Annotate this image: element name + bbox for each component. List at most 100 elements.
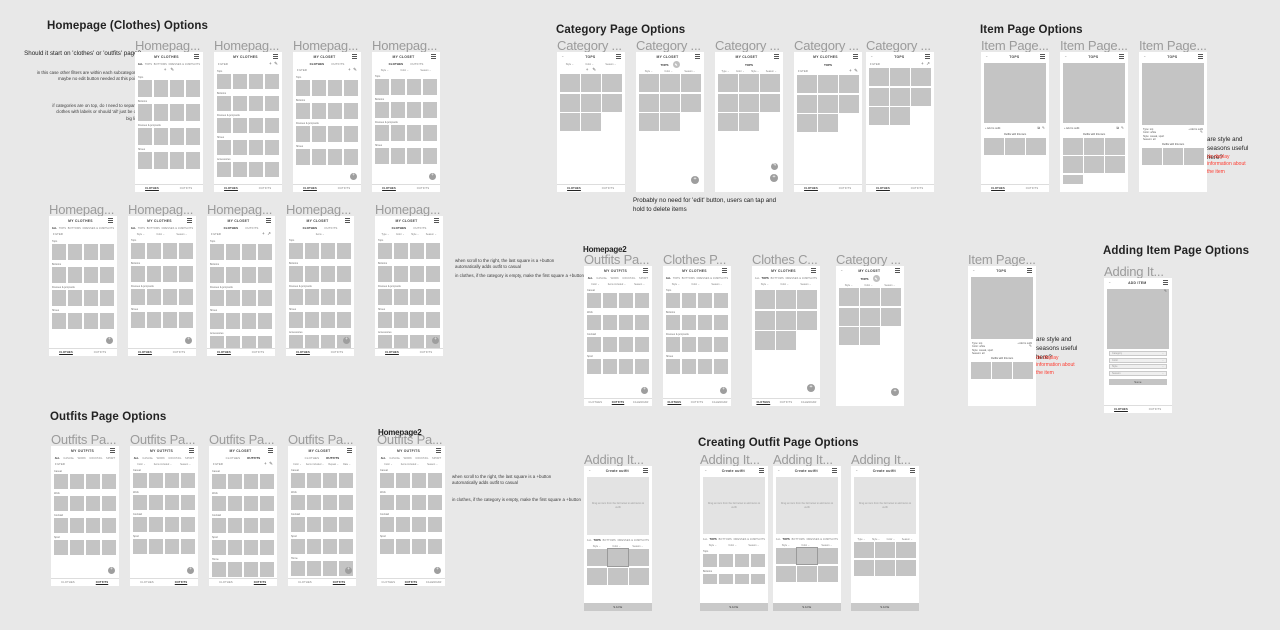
item-tile[interactable] — [148, 494, 164, 510]
item-tile[interactable] — [395, 494, 411, 510]
item-tile[interactable] — [390, 78, 406, 95]
item-tile[interactable] — [69, 539, 85, 555]
item-tile[interactable] — [660, 113, 680, 131]
item-tile[interactable] — [409, 265, 425, 282]
hamburger-icon[interactable] — [273, 53, 278, 59]
item-tile[interactable] — [869, 87, 889, 106]
filter-chip-color[interactable]: Color ⌄ — [780, 283, 788, 286]
back-icon[interactable]: ← — [840, 268, 844, 273]
item-tile[interactable] — [54, 495, 69, 511]
filter-chip-season[interactable]: Season ⌄ — [684, 70, 695, 73]
item-tile[interactable] — [380, 538, 395, 554]
item-tile[interactable] — [178, 311, 193, 328]
item-tile[interactable] — [390, 101, 406, 118]
tab-dresses-jumpsuits[interactable]: DRESSES & JUMPSUITS — [786, 277, 817, 280]
save-outfit-button[interactable]: SAVE — [700, 603, 768, 611]
back-icon[interactable]: ← — [561, 54, 565, 59]
pencil-icon[interactable]: ✎ — [170, 68, 174, 73]
item-tile[interactable] — [409, 288, 425, 305]
item-tile[interactable] — [322, 472, 338, 488]
pencil-icon[interactable]: ✎ — [592, 68, 596, 73]
item-tile[interactable] — [322, 538, 338, 554]
filter-chip-season[interactable]: Season ⌄ — [711, 283, 722, 286]
item-tile[interactable] — [138, 151, 153, 169]
item-tile[interactable] — [225, 312, 241, 329]
item-tile[interactable] — [860, 307, 880, 326]
tab-work[interactable]: WORK — [78, 457, 86, 460]
filter-chip-color[interactable]: Color ⌄ — [801, 544, 809, 547]
item-tile[interactable] — [264, 73, 279, 89]
item-tile[interactable] — [343, 102, 358, 119]
item-tile[interactable] — [697, 292, 713, 308]
item-tile[interactable] — [375, 124, 390, 141]
item-tile[interactable] — [212, 517, 227, 533]
item-tile[interactable] — [243, 495, 259, 511]
item-tile[interactable] — [83, 243, 99, 260]
hamburger-icon[interactable] — [1027, 267, 1032, 273]
item-tile[interactable] — [406, 78, 422, 95]
item-tile[interactable] — [264, 117, 279, 133]
item-tile[interactable] — [180, 472, 195, 488]
item-tile[interactable] — [178, 242, 193, 259]
item-tile[interactable] — [660, 74, 680, 92]
save-outfit-button[interactable]: SAVE — [584, 603, 652, 611]
item-tile[interactable] — [296, 79, 311, 96]
tab-all[interactable]: ALL — [587, 539, 592, 542]
item-tile[interactable] — [227, 539, 243, 555]
tab-all[interactable]: ALL — [776, 538, 781, 541]
nav-clothes[interactable]: CLOTHES — [372, 187, 406, 190]
item-tile[interactable] — [797, 75, 817, 93]
filter-chip-style[interactable]: Style ⌄ — [381, 69, 389, 72]
item-tile[interactable] — [406, 124, 422, 141]
add-fab[interactable]: + — [187, 567, 194, 574]
item-tile[interactable] — [681, 358, 697, 374]
filter-chip-style[interactable]: Style ⌄ — [593, 545, 601, 548]
item-tile[interactable] — [304, 242, 320, 259]
add-fab[interactable]: + — [691, 176, 699, 184]
nav-outfits[interactable]: OUTFITS — [409, 351, 443, 354]
item-tile[interactable] — [776, 310, 796, 330]
nav-clothes[interactable]: CLOTHES — [377, 581, 400, 584]
item-tile[interactable] — [248, 161, 264, 177]
item-tile[interactable] — [776, 565, 796, 582]
item-tile[interactable] — [210, 243, 225, 260]
tab-bottoms[interactable]: BOTTOMS — [719, 538, 732, 541]
tab-outfits[interactable]: OUTFITS — [326, 456, 339, 460]
item-tile[interactable] — [718, 74, 738, 92]
edit-icon[interactable]: ✎ — [1121, 126, 1124, 131]
item-tile[interactable] — [146, 311, 162, 328]
item-tile[interactable] — [304, 288, 320, 305]
item-tile[interactable] — [257, 289, 272, 306]
tab-outfits[interactable]: OUTFITS — [245, 226, 258, 230]
item-tile[interactable] — [869, 107, 889, 125]
item-tile[interactable] — [169, 103, 185, 121]
item-tile[interactable] — [227, 517, 243, 533]
hamburger-icon[interactable] — [266, 217, 271, 223]
hamburger-icon[interactable] — [910, 467, 915, 473]
(pencil-icon[interactable]: ✎ — [274, 62, 278, 67]
item-tile[interactable] — [241, 289, 257, 306]
item-tile[interactable] — [560, 113, 580, 131]
item-tile[interactable] — [243, 517, 259, 533]
nav-clothes[interactable]: CLOTHES — [557, 187, 591, 190]
back-icon[interactable]: ← — [972, 268, 976, 273]
item-tile[interactable] — [306, 494, 322, 510]
filter-chip-type[interactable]: Type ⌄ — [381, 233, 389, 236]
item-tile[interactable] — [52, 243, 67, 260]
item-tile[interactable] — [666, 358, 681, 374]
item-tile[interactable] — [227, 495, 243, 511]
item-tile[interactable] — [839, 307, 859, 326]
tab-all[interactable]: ALL — [703, 538, 708, 541]
item-tile[interactable] — [639, 93, 659, 112]
item-tile[interactable] — [291, 538, 306, 554]
item-tile[interactable] — [54, 539, 69, 555]
hamburger-icon[interactable] — [108, 217, 113, 223]
filter-chip-season[interactable]: Season ⌄ — [180, 463, 191, 466]
(pencil-icon[interactable]: ✎ — [353, 68, 357, 73]
nav-clothes[interactable]: CLOTHES — [584, 401, 607, 404]
tab-clothes[interactable]: CLOTHES — [310, 62, 325, 66]
item-tile[interactable] — [343, 79, 358, 96]
tab-clothes[interactable]: CLOTHES — [226, 456, 241, 460]
item-tile[interactable] — [697, 336, 713, 352]
item-tile[interactable] — [411, 472, 427, 488]
